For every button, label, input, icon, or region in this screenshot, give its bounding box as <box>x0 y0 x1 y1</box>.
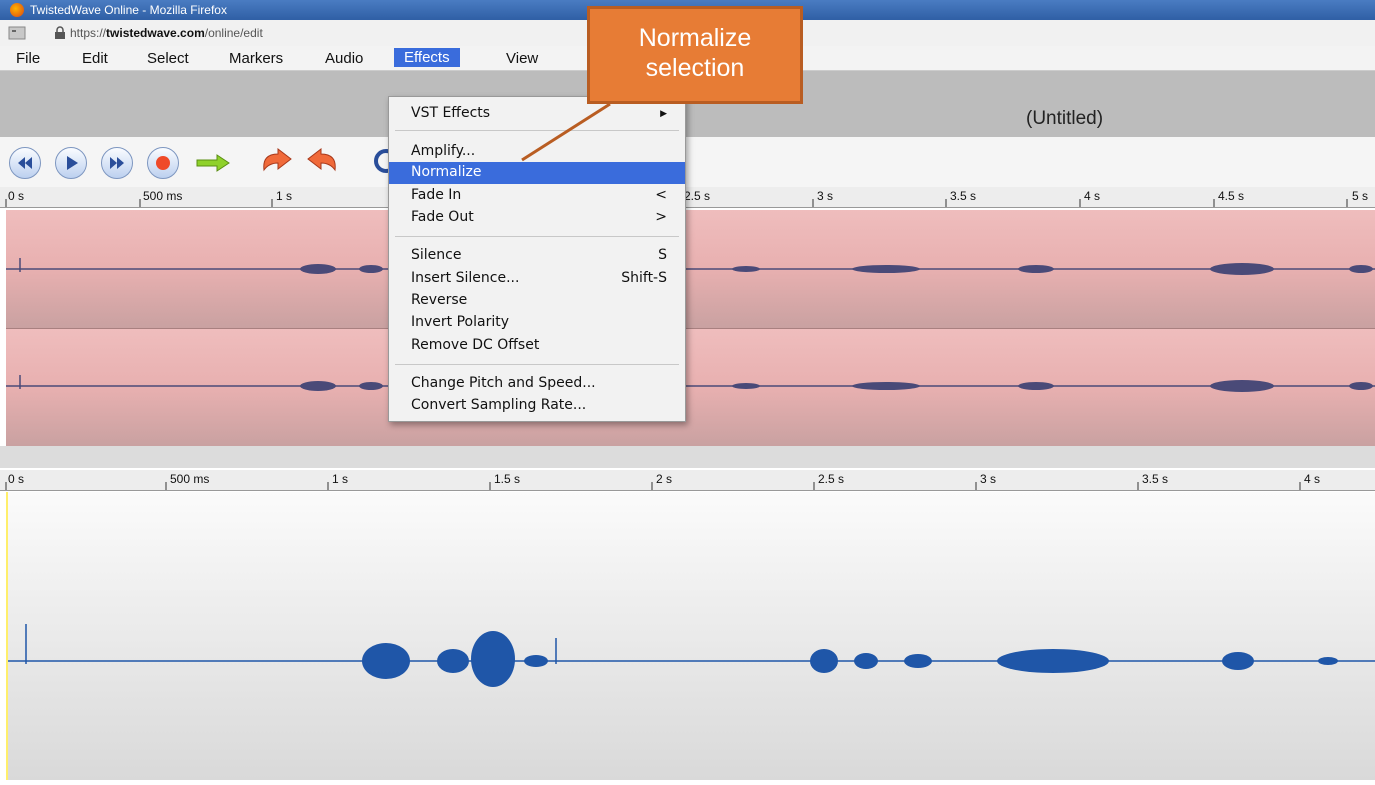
menu-item-insert-silence[interactable]: Insert Silence... Shift-S <box>389 268 685 290</box>
waveform <box>6 258 1375 275</box>
menu-divider <box>395 364 679 365</box>
tick-label: 1 s <box>332 472 349 486</box>
waveform <box>6 375 1375 392</box>
tick-label: 4 s <box>1304 472 1321 486</box>
menu-item-change-pitch-speed[interactable]: Change Pitch and Speed... <box>389 373 685 395</box>
tick-label: 2.5 s <box>818 472 845 486</box>
tick-label: 2 s <box>656 472 673 486</box>
menu-divider <box>395 236 679 237</box>
menu-item-fade-out[interactable]: Fade Out > <box>389 207 685 229</box>
menu-item-reverse[interactable]: Reverse <box>389 290 685 312</box>
annotation-callout: Normalize selection <box>587 6 803 104</box>
menu-item-invert-polarity[interactable]: Invert Polarity <box>389 312 685 334</box>
menu-item-remove-dc-offset[interactable]: Remove DC Offset <box>389 335 685 357</box>
callout-line-2: selection <box>645 54 745 82</box>
menu-item-silence[interactable]: Silence S <box>389 245 685 267</box>
tick-label: 0 s <box>8 472 25 486</box>
menu-item-convert-sampling-rate[interactable]: Convert Sampling Rate... <box>389 395 685 417</box>
tick-label: 3.5 s <box>1142 472 1169 486</box>
track-right-channel[interactable] <box>6 329 1375 447</box>
callout-line-1: Normalize <box>638 24 752 52</box>
track-left-channel[interactable] <box>6 210 1375 329</box>
waveform <box>8 624 1375 687</box>
overview-waveform-panel[interactable] <box>6 492 1375 780</box>
timeline-ruler-bottom[interactable]: 0 s 500 ms 1 s 1.5 s 2 s 2.5 s 3 s 3.5 s… <box>0 470 1375 491</box>
tick-label: 3 s <box>980 472 997 486</box>
scrollbar-horizontal[interactable] <box>0 446 1375 468</box>
tick-label: 1.5 s <box>494 472 521 486</box>
tick-label: 500 ms <box>170 472 210 486</box>
